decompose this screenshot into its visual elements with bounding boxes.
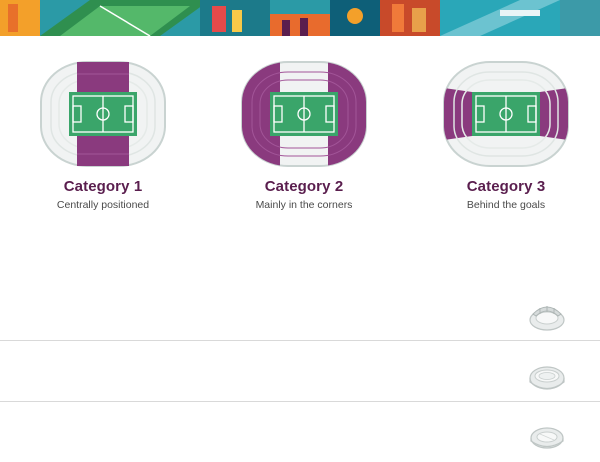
stadium-category-1-map	[40, 61, 166, 167]
category-1-description: Centrally positioned	[56, 199, 150, 211]
category-3-description: Behind the goals	[466, 199, 546, 211]
stadium-category-3-map	[443, 61, 569, 167]
venue-list	[0, 280, 600, 462]
seating-categories: Category 1 Centrally positioned Category…	[0, 60, 600, 220]
category-2-card[interactable]: Category 2 Mainly in the corners	[234, 60, 374, 211]
stadium-covered-icon	[529, 306, 565, 331]
category-3-card[interactable]: Category 3 Behind the goals	[436, 60, 576, 211]
venue-row[interactable]	[0, 402, 600, 462]
stadium-category-2-map	[241, 61, 367, 167]
category-2-title: Category 2	[264, 178, 344, 195]
stadium-bowl-icon	[529, 366, 565, 390]
category-1-title: Category 1	[63, 178, 143, 195]
category-1-card[interactable]: Category 1 Centrally positioned	[33, 60, 173, 211]
category-2-description: Mainly in the corners	[255, 199, 353, 211]
stadium-oval-icon	[530, 427, 564, 449]
city-illustration-banner	[0, 0, 600, 36]
category-3-title: Category 3	[466, 178, 546, 195]
venue-row[interactable]	[0, 280, 600, 341]
venue-row[interactable]	[0, 341, 600, 402]
